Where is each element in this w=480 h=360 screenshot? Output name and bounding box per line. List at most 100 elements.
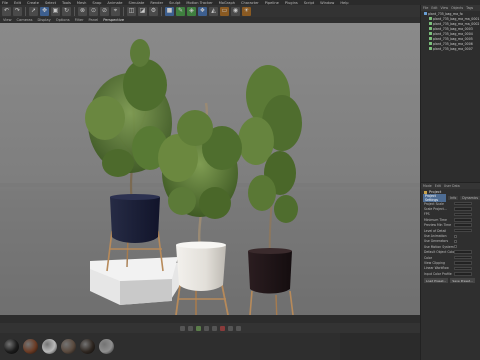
material-swatch[interactable]	[4, 339, 19, 354]
menu-item-sculpt[interactable]: Sculpt	[169, 1, 180, 5]
scale-tool-icon[interactable]: ▣	[51, 6, 60, 16]
cube-icon[interactable]: ■	[165, 6, 174, 16]
camera-icon[interactable]: ◉	[231, 6, 240, 16]
3d-viewport[interactable]	[0, 23, 420, 315]
viewport-menu-display[interactable]: Display	[38, 18, 51, 22]
record-icon[interactable]	[219, 325, 225, 331]
timeline-ruler[interactable]	[0, 315, 420, 323]
menu-item-character[interactable]: Character	[241, 1, 259, 5]
object-tab-tags[interactable]: Tags	[466, 6, 473, 10]
viewport-menu-cameras[interactable]: Cameras	[17, 18, 33, 22]
object-row[interactable]: plant_735_bag_ma_0007	[421, 46, 480, 51]
menu-item-mesh[interactable]: Mesh	[77, 1, 86, 5]
material-swatch[interactable]	[61, 339, 76, 354]
prev-frame-icon[interactable]	[187, 325, 193, 331]
attribute-field[interactable]	[454, 266, 472, 271]
attribute-manager: Mode Edit User Data Project Project Settin…	[420, 182, 480, 360]
attribute-field[interactable]	[454, 271, 472, 276]
menu-item-mograph[interactable]: MoGraph	[219, 1, 235, 5]
attribute-field[interactable]	[454, 223, 472, 228]
object-tab-file[interactable]: File	[423, 6, 428, 10]
material-swatch[interactable]	[42, 339, 57, 354]
attribute-field[interactable]	[454, 207, 472, 211]
polygon-object-icon	[429, 22, 432, 25]
viewport-menu-view[interactable]: View	[3, 18, 12, 22]
render-settings-icon[interactable]: ⚙	[149, 6, 158, 16]
viewport-menu-options[interactable]: Options	[56, 18, 70, 22]
keyframe-icon[interactable]	[235, 325, 241, 331]
scene-render	[0, 39, 420, 315]
menu-item-edit[interactable]: Edit	[14, 1, 21, 5]
play-icon[interactable]	[195, 325, 201, 331]
null-object-icon	[424, 12, 427, 15]
go-to-end-icon[interactable]	[211, 325, 217, 331]
attribute-field[interactable]	[454, 261, 472, 265]
x-axis-icon[interactable]: ⊗	[78, 6, 87, 16]
menu-item-window[interactable]: Window	[320, 1, 334, 5]
menu-item-simulate[interactable]: Simulate	[128, 1, 144, 5]
coord-system-icon[interactable]: ⌖	[111, 6, 120, 16]
floor-icon[interactable]: ▭	[220, 6, 229, 16]
menu-item-script[interactable]: Script	[304, 1, 314, 5]
attribute-row-label: Level of Detail	[424, 228, 447, 233]
viewport-menu-filter[interactable]: Filter	[75, 18, 84, 22]
move-tool-icon[interactable]: ✥	[40, 6, 49, 16]
go-to-start-icon[interactable]	[179, 325, 185, 331]
toolbar-divider	[74, 6, 75, 16]
object-row-label: plant_735_bag_ma_0004	[433, 31, 473, 36]
next-frame-icon[interactable]	[203, 325, 209, 331]
attribute-field[interactable]	[454, 255, 472, 260]
y-axis-icon[interactable]: ⊙	[89, 6, 98, 16]
autokey-icon[interactable]	[227, 325, 233, 331]
subdivision-icon[interactable]: ◈	[187, 6, 196, 16]
menu-item-motion-tracker[interactable]: Motion Tracker	[186, 1, 212, 5]
redo-icon[interactable]: ↷	[13, 6, 22, 16]
load-preset-button[interactable]: Load Preset...	[424, 278, 449, 284]
undo-icon[interactable]: ↶	[2, 6, 11, 16]
spline-pen-icon[interactable]: ✎	[176, 6, 185, 16]
deformer-icon[interactable]: ◭	[209, 6, 218, 16]
attribute-field[interactable]	[454, 201, 472, 206]
material-swatch[interactable]	[99, 339, 114, 354]
attribute-tab-edit[interactable]: Edit	[435, 184, 441, 188]
menu-item-create[interactable]: Create	[27, 1, 39, 5]
attribute-tab-user-data[interactable]: User Data	[444, 184, 460, 188]
object-tab-view[interactable]: View	[441, 6, 449, 10]
material-swatch[interactable]	[23, 339, 38, 354]
render-view-icon[interactable]: ◫	[127, 6, 136, 16]
menu-item-render[interactable]: Render	[150, 1, 163, 5]
attribute-field[interactable]	[454, 250, 472, 254]
attribute-subtab-dynamics[interactable]: Dynamics	[460, 196, 480, 200]
attribute-field[interactable]	[454, 228, 472, 233]
object-tab-edit[interactable]: Edit	[431, 6, 437, 10]
attribute-subtab-info[interactable]: Info	[448, 196, 459, 200]
object-row-label: plant_735_bag_ma_ma_0002	[433, 21, 480, 26]
toolbar-divider	[25, 6, 26, 16]
viewport-menu-panel[interactable]: Panel	[89, 18, 99, 22]
array-icon[interactable]: ❖	[198, 6, 207, 16]
menu-item-animate[interactable]: Animate	[107, 1, 122, 5]
menu-item-select[interactable]: Select	[45, 1, 56, 5]
menu-item-help[interactable]: Help	[340, 1, 348, 5]
z-axis-icon[interactable]: ⊘	[100, 6, 109, 16]
light-icon[interactable]: ☀	[242, 6, 251, 16]
attribute-tab-mode[interactable]: Mode	[423, 184, 432, 188]
menu-item-snap[interactable]: Snap	[92, 1, 101, 5]
object-tab-objects[interactable]: Objects	[451, 6, 463, 10]
attribute-checkbox[interactable]	[454, 245, 457, 249]
menu-item-tools[interactable]: Tools	[62, 1, 71, 5]
rotate-tool-icon[interactable]: ↻	[62, 6, 71, 16]
object-root-label: plant_735_bag_ma_fo	[428, 11, 463, 16]
attribute-checkbox[interactable]	[454, 239, 457, 243]
attribute-field[interactable]	[454, 218, 472, 222]
select-tool-icon[interactable]: ➚	[29, 6, 38, 16]
attribute-field[interactable]	[454, 212, 472, 217]
attribute-row-label: View Clipping	[424, 260, 445, 265]
menu-item-plugins[interactable]: Plugins	[285, 1, 298, 5]
save-preset-button[interactable]: Save Preset...	[450, 278, 475, 284]
material-swatch[interactable]	[80, 339, 95, 354]
render-picture-viewer-icon[interactable]: ◪	[138, 6, 147, 16]
attribute-checkbox[interactable]	[454, 234, 457, 238]
menu-item-pipeline[interactable]: Pipeline	[265, 1, 279, 5]
menu-item-file[interactable]: File	[2, 1, 8, 5]
